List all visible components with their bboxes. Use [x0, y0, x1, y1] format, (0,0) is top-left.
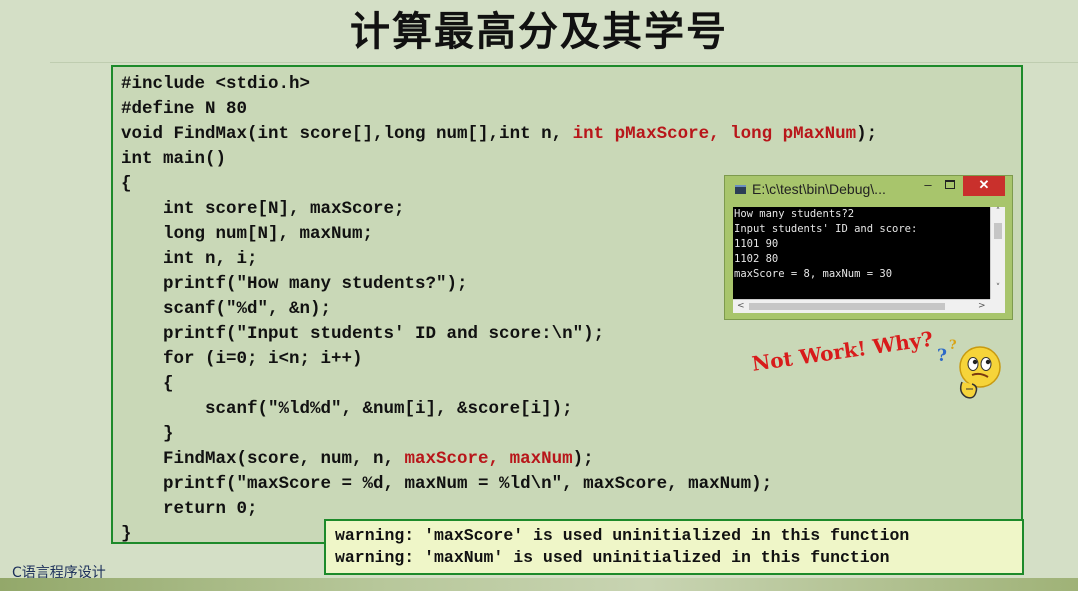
footer-band [0, 578, 1078, 591]
thinking-face-icon [959, 346, 1001, 399]
code-line: #include <stdio.h> [121, 74, 311, 94]
console-window-icon [735, 185, 746, 194]
scroll-left-icon[interactable]: < [737, 300, 745, 313]
close-button[interactable]: ✕ [963, 176, 1005, 196]
code-line: scanf("%ld%d", &num[i], &score[i]); [121, 399, 573, 419]
highlighted-args: maxScore, maxNum [404, 449, 573, 469]
console-output: How many students?2 Input students' ID a… [733, 207, 991, 299]
highlighted-params: int pMaxScore, long pMaxNum [572, 124, 857, 144]
code-line: #define N 80 [121, 99, 248, 119]
code-line: { [121, 374, 174, 394]
code-line: printf("Input students' ID and score:\n"… [121, 324, 605, 344]
code-text: ); [572, 449, 594, 469]
console-line: How many students?2 [734, 208, 855, 220]
code-line: void FindMax(int score[],long num[],int … [121, 122, 877, 147]
console-line: 1101 90 [734, 238, 779, 250]
compiler-warnings: warning: 'maxScore' is used uninitialize… [324, 519, 1024, 575]
console-window: E:\c\test\bin\Debug\... – ✕ How many stu… [724, 175, 1013, 320]
scroll-right-icon[interactable]: > [978, 300, 986, 313]
code-text: FindMax(score, num, n, [121, 449, 405, 469]
vertical-scrollbar[interactable]: ˄ ˅ [990, 207, 1005, 299]
scroll-down-icon[interactable]: ˅ [991, 283, 1005, 293]
maximize-button[interactable] [939, 176, 961, 196]
horizontal-scrollbar[interactable]: < > [733, 299, 990, 313]
code-text: void FindMax(int score[],long num[],int … [121, 124, 573, 144]
code-line: int main() [121, 149, 227, 169]
scroll-thumb[interactable] [749, 303, 945, 310]
code-text: ); [856, 124, 878, 144]
slide-title: 计算最高分及其学号 [350, 9, 728, 55]
resize-grip[interactable] [990, 299, 1005, 313]
title-divider [50, 62, 1078, 63]
console-line: Input students' ID and score: [734, 223, 918, 235]
code-line: printf("maxScore = %d, maxNum = %ld\n", … [121, 474, 773, 494]
scroll-thumb[interactable] [994, 223, 1002, 239]
warning-line: warning: 'maxNum' is used uninitialized … [335, 548, 890, 567]
code-line: FindMax(score, num, n, maxScore, maxNum)… [121, 447, 877, 472]
maximize-icon [945, 180, 955, 189]
minimize-button[interactable]: – [917, 176, 939, 196]
warning-line: warning: 'maxScore' is used uninitialize… [335, 526, 910, 545]
console-line: 1102 80 [734, 253, 779, 265]
code-line: } [121, 424, 174, 444]
console-titlebar[interactable]: E:\c\test\bin\Debug\... – ✕ [725, 176, 1012, 203]
scroll-up-icon[interactable]: ˄ [991, 207, 1005, 217]
console-line: maxScore = 8, maxNum = 30 [734, 268, 893, 280]
console-title: E:\c\test\bin\Debug\... [752, 181, 886, 197]
